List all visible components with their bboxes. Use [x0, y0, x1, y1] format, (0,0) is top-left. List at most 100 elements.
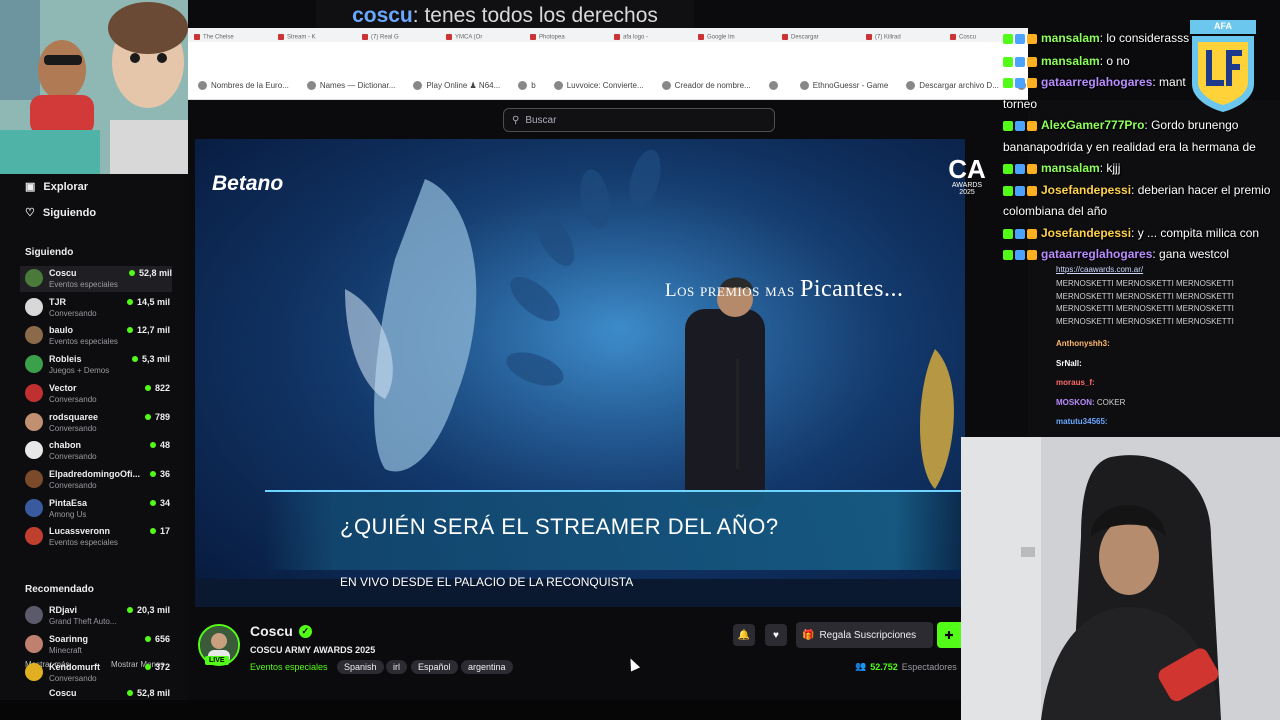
channel-category: Among Us	[49, 509, 87, 519]
sidebar-channel[interactable]: RDjavi Grand Theft Auto... 20,3 mil	[25, 603, 170, 629]
chat-message: MERNOSKETTI MERNOSKETTI MERNOSKETTI	[1056, 278, 1266, 291]
sidebar-channel[interactable]: chabon Conversando 48	[25, 438, 170, 464]
bookmark-item[interactable]: EthnoGuessr - Game	[799, 81, 888, 90]
ca-awards-logo: CA AWARDS 2025	[948, 154, 986, 196]
browser-tab[interactable]: Descargar	[776, 31, 860, 41]
channel-name: PintaEsa	[49, 497, 88, 508]
tag-spanish[interactable]: Spanish	[337, 660, 384, 674]
bookmark-item[interactable]	[768, 81, 782, 90]
bookmark-item[interactable]: Luvvoice: Convierte...	[553, 81, 644, 90]
viewer-count: 20,3 mil	[126, 605, 170, 615]
bookmark-favicon-icon	[306, 81, 316, 90]
sidebar-channel[interactable]: PintaEsa Among Us 34	[25, 496, 170, 522]
viewer-count: 822	[144, 383, 170, 393]
sidebar-explore[interactable]: ▣ Explorar	[25, 180, 88, 194]
viewer-count: 656	[144, 634, 170, 644]
badge-icon	[1003, 185, 1013, 196]
bookmark-favicon-icon	[906, 81, 916, 90]
overlay-highlight-user: coscu	[352, 4, 413, 27]
chat-message: SrNall:	[1056, 354, 1266, 374]
bookmark-item[interactable]: Play Online ♟ N64...	[413, 81, 500, 90]
channel-name[interactable]: Coscu	[250, 623, 293, 639]
sidebar-channel[interactable]: Kendomurft Conversando 372	[25, 660, 170, 686]
chat-text: : mant	[1152, 75, 1186, 89]
sidebar-channel-cutoff[interactable]: Coscu 52,8 mil	[25, 688, 170, 700]
sidebar-channel[interactable]: baulo Eventos especiales 12,7 mil	[25, 323, 170, 349]
tag-espanol[interactable]: Español	[411, 660, 458, 674]
channel-category: Juegos + Demos	[49, 366, 110, 376]
browser-address-bar[interactable]	[188, 42, 1028, 72]
viewer-count: 34	[149, 498, 170, 508]
channel-name: Kendomurft	[49, 662, 100, 673]
overlay-chat-message-continuation: colombiana del año	[1003, 204, 1108, 218]
bookmark-label: Descargar archivo D...	[919, 81, 999, 90]
overlay-chat-message: mansalam: kjjj	[1003, 158, 1280, 180]
live-dot-icon	[144, 635, 151, 642]
sidebar: ▣ Explorar ♡ Siguiendo Siguiendo Coscu Ev…	[0, 100, 188, 700]
bookmark-item[interactable]: Creador de nombre...	[661, 81, 751, 90]
channel-name: baulo	[49, 325, 73, 336]
tag-irl[interactable]: irl	[386, 660, 407, 674]
sidebar-channel[interactable]: rodsquaree Conversando 789	[25, 410, 170, 436]
chat-pinned-link[interactable]: https://caawards.com.ar/	[1056, 265, 1143, 274]
bookmark-label: Nombres de la Euro...	[211, 81, 289, 90]
live-dot-icon	[128, 270, 135, 276]
search-input[interactable]: ⚲ Buscar	[503, 108, 775, 132]
bookmark-item[interactable]: Nombres de la Euro...	[198, 81, 289, 90]
browser-tab[interactable]: (7) Killrad	[860, 31, 944, 41]
browser-tab-label: Coscu	[959, 35, 977, 41]
browser-tab[interactable]: afa logo -	[608, 31, 692, 41]
viewer-label: Espectadores	[901, 661, 957, 672]
notification-bell-button[interactable]: 🔔	[733, 624, 755, 646]
sidebar-channel[interactable]: Coscu Eventos especiales 52,8 mil	[20, 266, 172, 292]
sidebar-following[interactable]: ♡ Siguiendo	[25, 206, 96, 220]
mouse-cursor	[625, 656, 641, 672]
badge-icon	[1015, 185, 1025, 196]
overlay-chat-message: Josefandepessi: deberian hacer el premio	[1003, 180, 1280, 202]
live-dot-icon	[126, 327, 133, 334]
follow-button[interactable]: ✚	[937, 622, 961, 648]
bookmark-label: Play Online ♟ N64...	[426, 81, 501, 90]
browser-tab[interactable]: The Chelse	[188, 31, 272, 41]
channel-name: Soarinng	[49, 633, 89, 644]
sidebar-channel[interactable]: Soarinng Minecraft 656	[25, 632, 170, 658]
heart-icon: ♡	[25, 207, 35, 219]
tab-favicon-icon	[446, 34, 452, 41]
browser-tab[interactable]: Photopea	[524, 31, 608, 41]
streamer-camera-image	[961, 437, 1280, 720]
sidebar-channel[interactable]: Robleis Juegos + Demos 5,3 mil	[25, 352, 170, 378]
bookmarks-bar: Nombres de la Euro... Names — Dictionar..…	[188, 72, 1028, 100]
lower-third-subtitle: EN VIVO DESDE EL PALACIO DE LA RECONQUIS…	[340, 575, 634, 589]
channel-category: Conversando	[49, 423, 97, 433]
league-shield-icon	[1190, 20, 1256, 112]
chat-username: mansalam	[1041, 53, 1100, 68]
recommended-section-title: Recomendado	[25, 584, 94, 595]
bookmark-item[interactable]: Names — Dictionar...	[306, 81, 395, 90]
gift-subscriptions-button[interactable]: 🎁 Regala Suscripciones	[796, 622, 933, 648]
sidebar-channel[interactable]: TJR Conversando 14,5 mil	[25, 295, 170, 321]
chat-message: moraus_f:	[1056, 373, 1266, 393]
chat-badges	[1003, 185, 1037, 196]
channel-avatar	[25, 383, 43, 402]
channel-name: ElpadredomingoOfi...	[49, 468, 141, 479]
sidebar-channel[interactable]: Lucassveronn Eventos especiales 17	[25, 524, 170, 550]
sidebar-channel[interactable]: Vector Conversando 822	[25, 381, 170, 407]
stream-title: COSCU ARMY AWARDS 2025	[250, 645, 376, 655]
channel-category: Minecraft	[49, 645, 82, 655]
chat-username: Josefandepessi	[1041, 225, 1132, 240]
favorite-button[interactable]: ♥	[765, 624, 787, 646]
browser-tab[interactable]: YMCA (Or	[440, 31, 524, 41]
sidebar-channel[interactable]: ElpadredomingoOfi... Conversando 36	[25, 467, 170, 493]
browser-tab[interactable]: Google Im	[692, 31, 776, 41]
viewers-icon: 👥	[855, 661, 867, 671]
bookmark-favicon-icon	[413, 81, 423, 90]
browser-tab[interactable]: Stream - K	[272, 31, 356, 41]
tag-argentina[interactable]: argentina	[461, 660, 513, 674]
browser-tab[interactable]: (7) Real G	[356, 31, 440, 41]
chat-message: MOSKON: COKER	[1056, 393, 1266, 413]
channel-name: chabon	[49, 440, 82, 451]
bookmark-item[interactable]: b	[518, 81, 536, 90]
channel-name: Lucassveronn	[49, 526, 111, 537]
stream-category-link[interactable]: Eventos especiales	[250, 662, 328, 672]
bookmark-item[interactable]: Descargar archivo D...	[906, 81, 999, 90]
